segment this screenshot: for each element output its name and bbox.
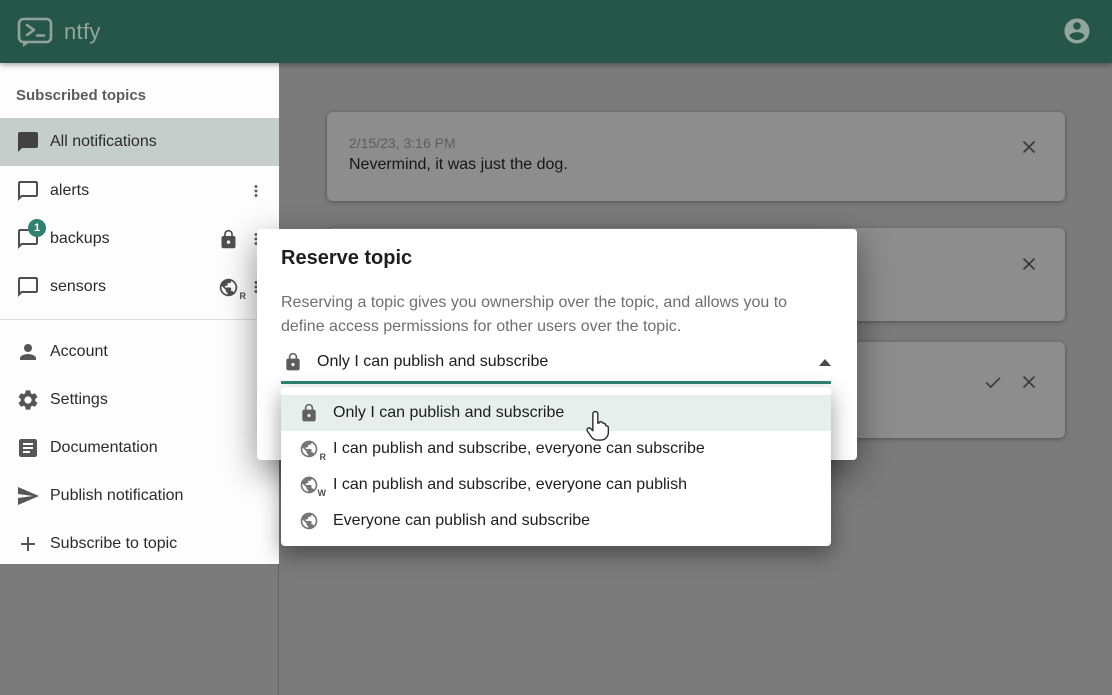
app-title: ntfy (64, 19, 101, 45)
sidebar-item-label: Settings (50, 391, 108, 409)
menu-option-label: I can publish and subscribe, everyone ca… (333, 476, 687, 494)
lock-icon (299, 403, 319, 423)
chat-outline-icon (16, 275, 40, 299)
lock-icon (218, 229, 239, 250)
access-sub-label: R (240, 291, 247, 301)
sidebar-item-label: Account (50, 343, 108, 361)
access-permission-menu: Only I can publish and subscribe R I can… (281, 387, 831, 546)
sidebar-item-all-notifications[interactable]: All notifications (0, 118, 279, 166)
mouse-pointer-cursor (586, 409, 612, 442)
globe-write-icon: W (299, 475, 319, 495)
lock-icon (283, 352, 303, 372)
menu-option-everyone[interactable]: Everyone can publish and subscribe (281, 503, 831, 539)
sidebar-item-documentation[interactable]: Documentation (0, 424, 279, 472)
dialog-description-line: define access permissions for other user… (281, 315, 837, 339)
sidebar-item-subscribe-to-topic[interactable]: Subscribe to topic (0, 520, 279, 568)
account-circle-icon[interactable] (1062, 16, 1092, 46)
menu-option-only-me[interactable]: Only I can publish and subscribe (281, 395, 831, 431)
notification-card: 2/15/23, 3:16 PM Nevermind, it was just … (327, 112, 1065, 201)
select-value: Only I can publish and subscribe (317, 353, 548, 371)
sidebar-item-label: Publish notification (50, 487, 183, 505)
sidebar-item-label: All notifications (50, 133, 157, 151)
app-bar: ntfy (0, 0, 1112, 63)
sidebar-item-account[interactable]: Account (0, 328, 279, 376)
plus-icon (16, 532, 40, 556)
globe-read-icon: R (299, 439, 319, 459)
subscribed-topics-label: Subscribed topics (16, 87, 146, 104)
menu-option-label: I can publish and subscribe, everyone ca… (333, 440, 705, 458)
access-sub-label: W (318, 488, 327, 498)
globe-read-icon: R (218, 277, 239, 298)
globe-icon (299, 511, 319, 531)
access-permission-select[interactable]: Only I can publish and subscribe (281, 351, 833, 381)
menu-option-label: Everyone can publish and subscribe (333, 512, 590, 530)
dropdown-arrow-icon (819, 359, 831, 366)
ntfy-logo-icon (16, 16, 54, 48)
sidebar-item-settings[interactable]: Settings (0, 376, 279, 424)
sidebar-section-divider (0, 319, 279, 320)
close-icon[interactable] (1018, 136, 1040, 158)
check-icon[interactable] (982, 371, 1004, 393)
chat-outline-icon (16, 179, 40, 203)
sidebar-item-label: alerts (50, 182, 89, 200)
send-icon (16, 484, 40, 508)
sidebar-item-sensors[interactable]: sensors R (0, 263, 279, 311)
sidebar-item-alerts[interactable]: alerts (0, 167, 279, 215)
access-sub-label: R (320, 452, 327, 462)
menu-option-everyone-can-publish[interactable]: W I can publish and subscribe, everyone … (281, 467, 831, 503)
ntfy-app: ntfy 2/15/23, 3:16 PM Nevermind, it was … (0, 0, 1112, 695)
notification-message: Nevermind, it was just the dog. (349, 156, 568, 174)
close-icon[interactable] (1018, 371, 1040, 393)
menu-option-label: Only I can publish and subscribe (333, 404, 564, 422)
sidebar: Subscribed topics All notifications aler… (0, 63, 279, 564)
sidebar-item-label: backups (50, 230, 110, 248)
sidebar-item-publish-notification[interactable]: Publish notification (0, 472, 279, 520)
dialog-description: Reserving a topic gives you ownership ov… (281, 291, 837, 339)
close-icon[interactable] (1018, 253, 1040, 275)
dialog-description-line: Reserving a topic gives you ownership ov… (281, 291, 837, 315)
menu-option-everyone-can-subscribe[interactable]: R I can publish and subscribe, everyone … (281, 431, 831, 467)
sidebar-item-label: Documentation (50, 439, 158, 457)
sidebar-item-label: sensors (50, 278, 106, 296)
select-focus-underline (281, 381, 831, 384)
more-vert-icon[interactable] (247, 182, 265, 200)
gear-icon (16, 388, 40, 412)
person-icon (16, 340, 40, 364)
sidebar-item-label: Subscribe to topic (50, 535, 177, 553)
article-icon (16, 436, 40, 460)
unread-badge: 1 (28, 219, 46, 237)
dialog-title: Reserve topic (281, 247, 412, 270)
notification-timestamp: 2/15/23, 3:16 PM (349, 135, 456, 151)
chat-filled-icon (16, 130, 40, 154)
